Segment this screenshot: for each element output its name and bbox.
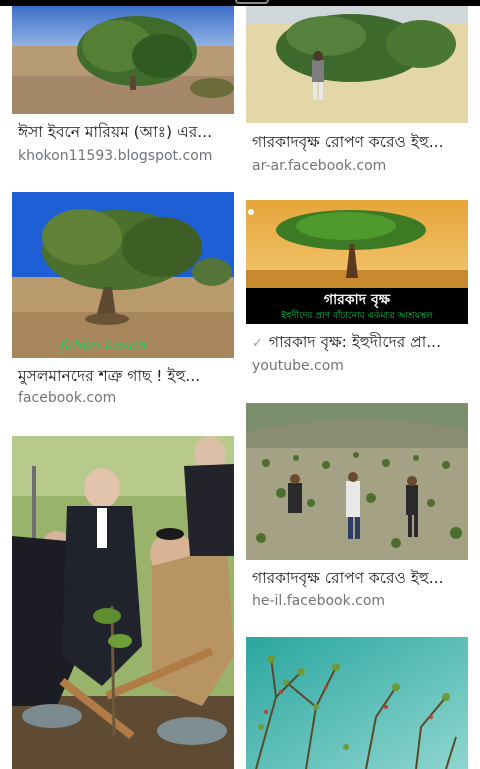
result-title[interactable]: মুসলমানদের শত্রু গাছ ! ইহু... [18,366,232,386]
result-source[interactable]: he-il.facebook.com [252,592,385,610]
drag-handle-icon [235,0,269,4]
result-source[interactable]: khokon11593.blogspot.com [18,147,212,165]
result-image-hillside-planting[interactable] [246,403,468,560]
watermark-text: fahim hasan [59,338,147,354]
result-source[interactable]: facebook.com [18,389,116,407]
result-source[interactable]: ar-ar.facebook.com [252,157,386,175]
result-title[interactable]: গারকাদবৃক্ষ রোপণ করেও ইহু... [252,568,466,588]
result-image-thorny-branches[interactable] [246,637,468,769]
result-title[interactable]: ঈসা ইবনে মারিয়ম (আঃ) এর... [18,122,232,142]
result-image-poster[interactable]: গারকাদ বৃক্ষ ইহুদীদের প্রাণ বাঁচানোর একম… [246,200,468,324]
image-result-card-1[interactable]: ঈসা ইবনে মারিয়ম (আঃ) এর... khokon11593.… [12,6,234,176]
result-source[interactable]: youtube.com [252,357,344,375]
image-result-card-2[interactable]: গারকাদবৃক্ষ রোপণ করেও ইহু... ar-ar.faceb… [246,6,468,176]
image-result-card-7[interactable] [246,637,468,769]
result-title[interactable]: গারকাদবৃক্ষ রোপণ করেও ইহু... [252,132,466,152]
poster-caption: ইহুদীদের প্রাণ বাঁচানোর একমাত্র আশ্রয়স্… [280,309,433,321]
image-result-card-3[interactable]: fahim hasan মুসলমানদের শত্রু গাছ ! ইহু..… [12,192,234,412]
image-result-card-6[interactable]: গারকাদবৃক্ষ রোপণ করেও ইহু... he-il.faceb… [246,403,468,613]
checkmark-icon: ✓ [252,336,263,351]
result-title[interactable]: ✓ গারকাদ বৃক্ষ: ইহুদীদের প্রা... [252,332,466,354]
poster-title: গারকাদ বৃক্ষ [324,292,391,309]
result-title-text[interactable]: গারকাদ বৃক্ষ: ইহুদীদের প্রা... [269,333,441,351]
image-result-card-5[interactable] [12,436,234,769]
result-image-desert-tree[interactable] [12,6,234,114]
result-image-man-by-bush[interactable] [246,6,468,123]
result-image-men-planting[interactable] [12,436,234,769]
image-result-card-4[interactable]: গারকাদ বৃক্ষ ইহুদীদের প্রাণ বাঁচানোর একম… [246,200,468,380]
result-image-tree-blue-sky[interactable]: fahim hasan [12,192,234,358]
